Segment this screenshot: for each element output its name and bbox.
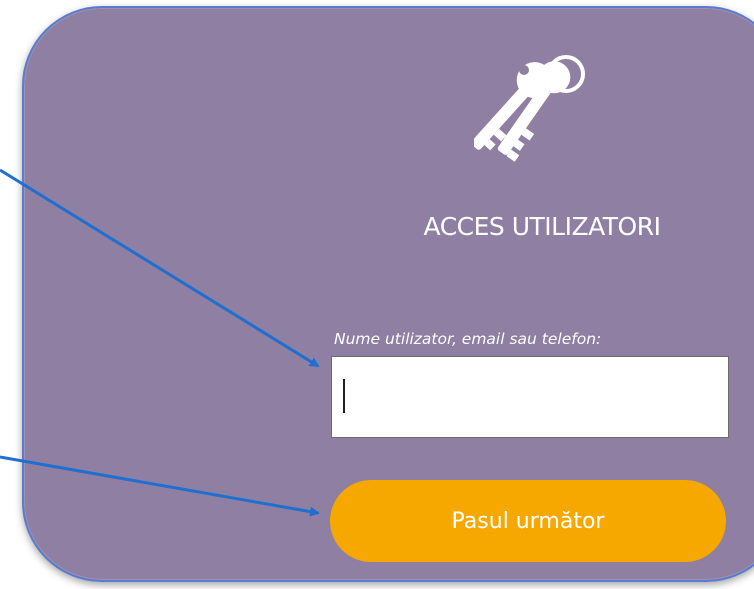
annotation-arrows [0, 168, 320, 517]
screenshot-stage: ACCES UTILIZATORI Nume utilizator, email… [0, 0, 754, 589]
arrow-to-next-button [0, 455, 320, 517]
arrow-to-username-field [0, 168, 320, 368]
